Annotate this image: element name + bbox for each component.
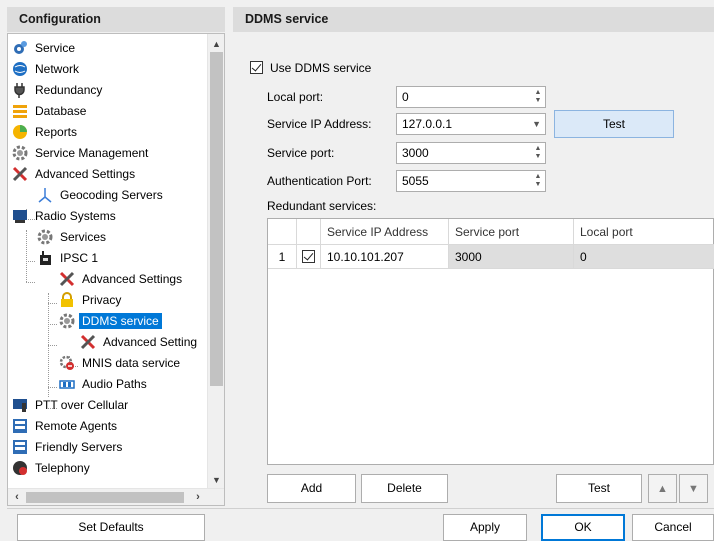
redundant-services-label: Redundant services: xyxy=(267,199,377,213)
tree-item-ddms-advanced-setting[interactable]: Advanced Setting xyxy=(80,332,200,352)
service-port-label: Service port: xyxy=(267,146,335,160)
delete-button[interactable]: Delete xyxy=(361,474,448,503)
scroll-left-icon[interactable]: ‹ xyxy=(9,489,25,505)
ddms-service-header: DDMS service xyxy=(233,7,714,32)
column-header-ip[interactable]: Service IP Address xyxy=(321,219,449,245)
tools-icon xyxy=(59,271,75,287)
tree-item-network[interactable]: Network xyxy=(12,59,82,79)
plug-icon xyxy=(12,82,28,98)
spin-arrows-icon[interactable]: ▲ ▼ xyxy=(533,89,543,105)
phone-icon xyxy=(12,460,28,476)
service-ip-combobox[interactable]: 127.0.0.1 ▼ xyxy=(396,113,546,135)
tree-vertical-scrollbar[interactable]: ▲ ▼ xyxy=(207,34,224,490)
scroll-down-icon[interactable]: ▼ xyxy=(208,472,224,488)
arrow-down-icon: ▼ xyxy=(688,483,699,495)
globe-icon xyxy=(12,61,28,77)
row-enabled-checkbox[interactable] xyxy=(302,250,315,263)
local-port-label: Local port: xyxy=(267,90,324,104)
scroll-up-icon[interactable]: ▲ xyxy=(208,36,224,52)
move-up-button[interactable]: ▲ xyxy=(648,474,677,503)
server-icon xyxy=(12,439,28,455)
tree-item-service-management[interactable]: Service Management xyxy=(12,143,151,163)
tree-item-privacy[interactable]: Privacy xyxy=(59,290,124,310)
row-local-port-cell[interactable]: 0 xyxy=(574,245,714,269)
tree-item-mnis-data-service[interactable]: MNIS data service xyxy=(59,353,183,373)
chevron-down-icon[interactable]: ▼ xyxy=(532,114,541,134)
tools-icon xyxy=(12,166,28,182)
column-header-local-port[interactable]: Local port xyxy=(574,219,714,245)
gear-icon xyxy=(12,145,28,161)
cancel-button[interactable]: Cancel xyxy=(632,514,714,541)
compass-icon xyxy=(37,187,53,203)
tree-item-ipsc-advanced-settings[interactable]: Advanced Settings xyxy=(59,269,185,289)
arrow-up-icon: ▲ xyxy=(657,483,668,495)
database-icon xyxy=(12,103,28,119)
reports-icon xyxy=(12,124,28,140)
tree-item-remote-agents[interactable]: Remote Agents xyxy=(12,416,120,436)
tree-item-ptt-over-cellular[interactable]: PTT over Cellular xyxy=(12,395,131,415)
scroll-right-icon[interactable]: › xyxy=(190,489,206,505)
gear-icon xyxy=(59,313,75,329)
apply-button[interactable]: Apply xyxy=(443,514,527,541)
ddms-form: Use DDMS service Local port: 0 ▲ ▼ Servic… xyxy=(233,33,714,506)
tree-item-ddms-service[interactable]: DDMS service xyxy=(59,311,162,331)
footer-separator xyxy=(7,508,714,509)
use-ddms-label: Use DDMS service xyxy=(270,61,372,75)
ok-button[interactable]: OK xyxy=(541,514,625,541)
spin-arrows-icon[interactable]: ▲ ▼ xyxy=(533,173,543,189)
tree-item-reports[interactable]: Reports xyxy=(12,122,80,142)
row-ip-cell[interactable]: 10.10.101.207 xyxy=(321,245,449,269)
test-connection-button[interactable]: Test xyxy=(554,110,674,138)
move-down-button[interactable]: ▼ xyxy=(679,474,708,503)
horizontal-scroll-thumb[interactable] xyxy=(26,492,184,503)
add-button[interactable]: Add xyxy=(267,474,356,503)
radio-systems-icon xyxy=(12,208,28,224)
radio-icon xyxy=(37,250,53,266)
local-port-field[interactable]: 0 ▲ ▼ xyxy=(396,86,546,108)
gear-blue-icon xyxy=(12,40,28,56)
mnis-icon xyxy=(59,355,75,371)
grid-test-button[interactable]: Test xyxy=(556,474,642,503)
tree-item-advanced-settings[interactable]: Advanced Settings xyxy=(12,164,138,184)
grid-check-header xyxy=(297,219,321,245)
tree-item-telephony[interactable]: Telephony xyxy=(12,458,93,478)
set-defaults-button[interactable]: Set Defaults xyxy=(17,514,205,541)
vertical-scroll-thumb[interactable] xyxy=(210,52,223,386)
redundant-services-grid[interactable]: Service IP Address Service port Local po… xyxy=(267,218,714,465)
use-ddms-checkbox[interactable] xyxy=(250,61,263,74)
tree-item-friendly-servers[interactable]: Friendly Servers xyxy=(12,437,125,457)
tree-item-audio-paths[interactable]: Audio Paths xyxy=(59,374,150,394)
row-index: 1 xyxy=(268,245,297,269)
auth-port-label: Authentication Port: xyxy=(267,174,372,188)
tree-item-redundancy[interactable]: Redundancy xyxy=(12,80,105,100)
service-ip-label: Service IP Address: xyxy=(267,117,372,131)
audio-paths-icon xyxy=(59,376,75,392)
ptt-icon xyxy=(12,397,28,413)
service-port-field[interactable]: 3000 ▲ ▼ xyxy=(396,142,546,164)
row-enabled-cell[interactable] xyxy=(297,245,321,269)
tree-item-database[interactable]: Database xyxy=(12,101,89,121)
gear-icon xyxy=(37,229,53,245)
column-header-service-port[interactable]: Service port xyxy=(449,219,574,245)
tree-item-ipsc-1[interactable]: IPSC 1 xyxy=(37,248,101,268)
grid-row-header xyxy=(268,219,297,245)
configuration-tree[interactable]: Service Network Redundancy Database Repo… xyxy=(7,33,225,506)
configuration-header: Configuration xyxy=(7,7,225,32)
auth-port-field[interactable]: 5055 ▲ ▼ xyxy=(396,170,546,192)
tree-item-geocoding-servers[interactable]: Geocoding Servers xyxy=(37,185,166,205)
tree-horizontal-scrollbar[interactable]: ‹ › xyxy=(8,488,224,505)
tree-item-radio-systems[interactable]: Radio Systems xyxy=(12,206,119,226)
lock-icon xyxy=(59,292,75,308)
tools-icon xyxy=(80,334,96,350)
row-service-port-cell[interactable]: 3000 xyxy=(449,245,574,269)
tree-item-services[interactable]: Services xyxy=(37,227,109,247)
spin-arrows-icon[interactable]: ▲ ▼ xyxy=(533,145,543,161)
tree-item-service[interactable]: Service xyxy=(12,38,78,58)
agent-icon xyxy=(12,418,28,434)
